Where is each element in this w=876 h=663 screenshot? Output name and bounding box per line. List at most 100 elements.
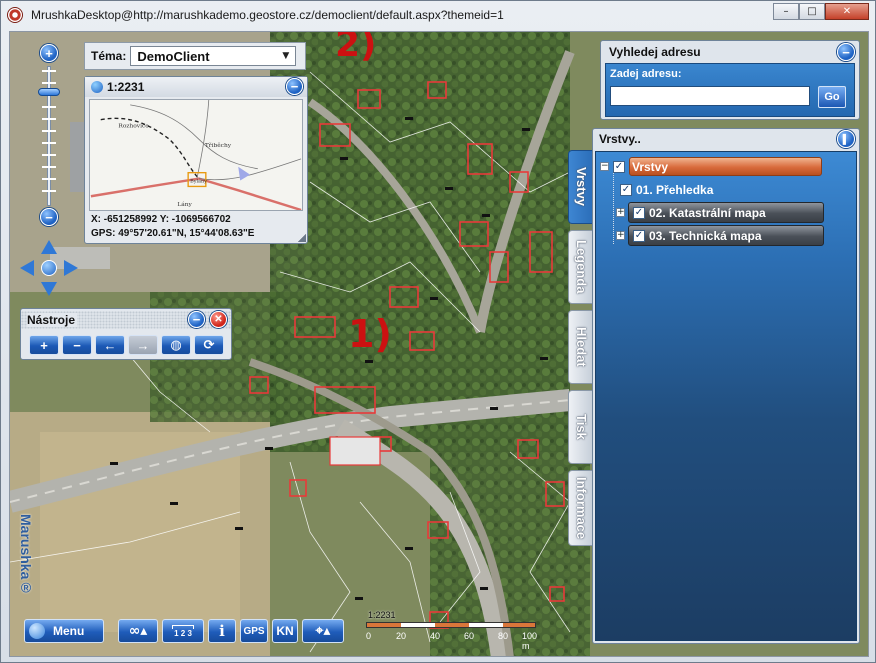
- place-label-tribechy: Třiběchy: [205, 142, 232, 149]
- overview-panel: 1:2231 − Rozhovice Třiběchy Bylany Lány …: [84, 76, 308, 244]
- theme-label: Téma:: [91, 49, 127, 63]
- scalebar-scale: 1:2231: [368, 610, 396, 620]
- layer-01-label: 01. Přehledka: [636, 182, 714, 197]
- layer-02-label-bg: ✓ 02. Katastrální mapa: [628, 202, 824, 223]
- pan-control: [18, 240, 80, 296]
- layers-tree: − ✓ Vrstvy ✓ 01. Přehledka + ✓ 02. Katas…: [595, 151, 857, 641]
- forward-tool-button[interactable]: →: [128, 335, 158, 355]
- address-search-label: Zadej adresu:: [610, 68, 682, 80]
- pan-left-arrow-icon[interactable]: [20, 260, 34, 276]
- layer-root-label-bg: Vrstvy: [629, 157, 822, 176]
- layers-collapse-button[interactable]: ▌: [837, 130, 855, 148]
- info-button[interactable]: i: [208, 619, 236, 643]
- gps-button[interactable]: GPS: [240, 619, 268, 643]
- locate-button[interactable]: ⌖▴: [302, 619, 344, 643]
- menu-button[interactable]: Menu: [24, 619, 104, 643]
- layer-item-02[interactable]: + ✓ 02. Katastrální mapa: [616, 202, 824, 223]
- zoom-slider-handle[interactable]: [38, 88, 60, 96]
- overview-header[interactable]: 1:2231 −: [85, 77, 307, 97]
- app-window: MrushkaDesktop@http://marushkademo.geost…: [0, 0, 876, 663]
- layer-root-checkbox[interactable]: ✓: [613, 160, 625, 173]
- zoom-in-button[interactable]: +: [40, 44, 58, 62]
- back-tool-button[interactable]: ←: [95, 335, 125, 355]
- marushka-logo: Marushka®: [18, 514, 34, 596]
- annotation-label-1: 1): [348, 312, 392, 356]
- layer-02-label: 02. Katastrální mapa: [649, 205, 766, 220]
- maximize-button[interactable]: □: [799, 3, 825, 20]
- measure-tool-button[interactable]: ∞▴: [118, 619, 158, 643]
- layer-01-checkbox[interactable]: ✓: [620, 183, 632, 196]
- refresh-icon: ⟳: [203, 337, 215, 353]
- scalebar: 1:2231 0 20 40 60 80 100 m: [366, 610, 546, 651]
- globe-icon: ◍: [170, 337, 182, 353]
- title-bar[interactable]: MrushkaDesktop@http://marushkademo.geost…: [1, 1, 875, 29]
- resize-grip-icon[interactable]: [298, 234, 306, 242]
- layer-03-label-bg: ✓ 03. Technická mapa: [628, 225, 824, 246]
- measure-icon: ∞▴: [128, 623, 148, 639]
- go-button[interactable]: Go: [818, 86, 846, 108]
- tools-title: Nástroje: [27, 313, 78, 327]
- address-search-input[interactable]: [610, 86, 810, 106]
- layer-02-checkbox[interactable]: ✓: [633, 206, 645, 219]
- pan-right-arrow-icon[interactable]: [64, 260, 78, 276]
- crosshair-icon: ⌖▴: [315, 623, 331, 639]
- chevron-down-icon: ▼: [282, 51, 290, 61]
- tab-tisk[interactable]: Tisk: [568, 390, 594, 464]
- pan-down-arrow-icon[interactable]: [41, 282, 57, 296]
- refresh-tool-button[interactable]: ⟳: [194, 335, 224, 355]
- menu-globe-icon: [29, 623, 45, 639]
- tools-minimize-button[interactable]: −: [188, 311, 205, 328]
- pan-up-arrow-icon[interactable]: [41, 240, 57, 254]
- layer-item-03[interactable]: + ✓ 03. Technická mapa: [616, 225, 824, 246]
- info-tool-button[interactable]: ◍: [161, 335, 191, 355]
- tab-legenda[interactable]: Legenda: [568, 230, 594, 304]
- scalebar-tick: 100 m: [522, 631, 538, 651]
- address-search-header[interactable]: Vyhledej adresu −: [601, 41, 859, 63]
- zoom-control: + −: [38, 44, 60, 228]
- theme-value: DemoClient: [137, 48, 210, 64]
- layer-item-01[interactable]: ✓ 01. Přehledka: [616, 179, 836, 200]
- overview-map[interactable]: Rozhovice Třiběchy Bylany Lány: [89, 99, 303, 211]
- layer-03-label: 03. Technická mapa: [649, 228, 762, 243]
- zoom-out-button[interactable]: −: [40, 208, 58, 226]
- layers-header[interactable]: Vrstvy.. ▌: [593, 129, 859, 149]
- tab-hledat[interactable]: Hledat: [568, 310, 594, 384]
- zoom-out-tool-button[interactable]: −: [62, 335, 92, 355]
- layers-panel: Vrstvy.. ▌ − ✓ Vrstvy ✓ 01. Přehledka +: [592, 128, 860, 644]
- tools-header[interactable]: Nástroje − ✕: [21, 309, 231, 331]
- app-icon: [7, 7, 23, 23]
- globe-icon: [91, 81, 103, 93]
- address-search-collapse-button[interactable]: −: [837, 43, 855, 61]
- minimize-button[interactable]: –: [773, 3, 799, 20]
- collapse-toggle-icon[interactable]: −: [600, 162, 609, 171]
- scalebar-tick: 20: [396, 631, 407, 641]
- address-search-body: Zadej adresu: Go: [605, 63, 855, 117]
- scalebar-tool-button[interactable]: 1 2 3: [162, 619, 204, 643]
- overview-scale: 1:2231: [107, 80, 145, 94]
- expand-toggle-icon[interactable]: +: [616, 208, 625, 217]
- scalebar-tick: 80: [498, 631, 509, 641]
- arrow-right-icon: →: [136, 337, 150, 353]
- theme-dropdown[interactable]: DemoClient ▼: [130, 46, 297, 66]
- tab-vrstvy[interactable]: Vrstvy: [568, 150, 594, 224]
- scalebar-tool-label: 1 2 3: [174, 628, 192, 638]
- close-button[interactable]: ✕: [825, 3, 869, 20]
- window-title: MrushkaDesktop@http://marushkademo.geost…: [31, 8, 504, 22]
- tools-close-button[interactable]: ✕: [210, 311, 227, 328]
- overview-collapse-button[interactable]: −: [286, 78, 303, 95]
- theme-selector: Téma: DemoClient ▼: [84, 42, 306, 70]
- menu-label: Menu: [53, 624, 85, 638]
- tab-informace[interactable]: Informace: [568, 470, 594, 546]
- kn-button[interactable]: KN: [272, 619, 298, 643]
- overview-gps: GPS: 49°57'20.61"N, 15°44'08.63"E: [91, 228, 255, 239]
- layer-03-checkbox[interactable]: ✓: [633, 229, 645, 242]
- plus-icon: +: [40, 337, 48, 353]
- layer-root-label: Vrstvy: [632, 159, 669, 174]
- scalebar-tick: 0: [366, 631, 372, 641]
- layer-root-row[interactable]: − ✓ Vrstvy: [600, 156, 822, 177]
- pan-center-button[interactable]: [41, 260, 57, 276]
- address-search-title: Vyhledej adresu: [609, 45, 701, 59]
- expand-toggle-icon[interactable]: +: [616, 231, 625, 240]
- layers-title: Vrstvy..: [599, 132, 641, 146]
- zoom-in-tool-button[interactable]: +: [29, 335, 59, 355]
